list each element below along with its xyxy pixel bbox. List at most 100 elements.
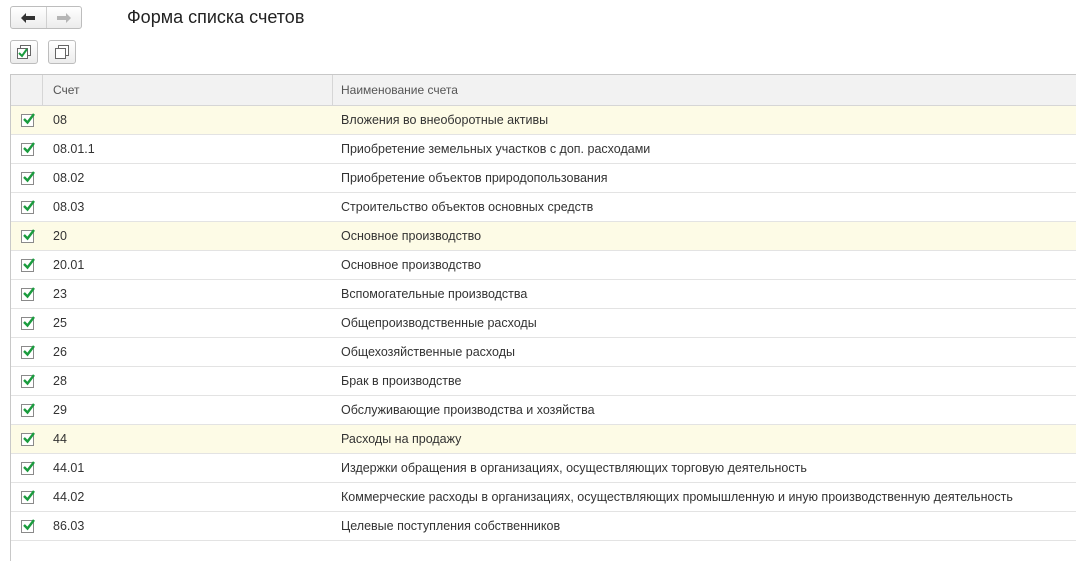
table-row[interactable]: 08.01.1 Приобретение земельных участков с… xyxy=(11,135,1076,164)
row-code: 23 xyxy=(53,287,67,301)
accounts-table: Счет Наименование счета 08 Вложения во вн… xyxy=(10,74,1076,561)
checkmark-icon xyxy=(22,141,35,153)
row-name: Целевые поступления собственников xyxy=(341,519,561,533)
row-check-cell xyxy=(11,425,43,453)
checkmark-icon xyxy=(22,315,35,327)
row-name: Вспомогательные производства xyxy=(341,287,528,301)
uncheck-all-button[interactable] xyxy=(48,40,76,64)
row-code: 44.02 xyxy=(53,490,85,504)
row-name: Приобретение земельных участков с доп. р… xyxy=(341,142,651,156)
row-code: 25 xyxy=(53,316,67,330)
row-check-cell xyxy=(11,193,43,221)
row-code: 28 xyxy=(53,374,67,388)
forward-button[interactable] xyxy=(45,7,82,28)
row-checkbox[interactable] xyxy=(20,460,35,475)
row-checkbox[interactable] xyxy=(20,373,35,388)
checkmark-icon xyxy=(22,286,35,298)
row-code: 20.01 xyxy=(53,258,85,272)
table-row[interactable]: 20 Основное производство xyxy=(11,222,1076,251)
back-button[interactable] xyxy=(11,7,46,28)
header-name[interactable]: Наименование счета xyxy=(333,75,458,105)
table-row[interactable]: 44.01 Издержки обращения в организациях, … xyxy=(11,454,1076,483)
header-check-column[interactable] xyxy=(11,75,43,105)
table-row[interactable]: 23 Вспомогательные производства xyxy=(11,280,1076,309)
row-checkbox[interactable] xyxy=(20,199,35,214)
row-code: 20 xyxy=(53,229,67,243)
row-code: 44.01 xyxy=(53,461,85,475)
checkmark-icon xyxy=(22,460,35,472)
checkmark-icon xyxy=(22,402,35,414)
row-check-cell xyxy=(11,338,43,366)
table-header: Счет Наименование счета xyxy=(11,75,1076,106)
row-code: 86.03 xyxy=(53,519,85,533)
uncheck-all-icon xyxy=(55,45,69,59)
checkmark-icon xyxy=(22,373,35,385)
row-name: Обслуживающие производства и хозяйства xyxy=(341,403,595,417)
row-check-cell xyxy=(11,280,43,308)
row-checkbox[interactable] xyxy=(20,112,35,127)
row-check-cell xyxy=(11,367,43,395)
header-code[interactable]: Счет xyxy=(43,75,333,105)
row-checkbox[interactable] xyxy=(20,257,35,272)
table-row[interactable]: 86.03 Целевые поступления собственников xyxy=(11,512,1076,541)
row-checkbox[interactable] xyxy=(20,228,35,243)
row-check-cell xyxy=(11,396,43,424)
checkmark-icon xyxy=(22,431,35,443)
table-row[interactable]: 08.02 Приобретение объектов природопользо… xyxy=(11,164,1076,193)
table-row[interactable]: 44.02 Коммерческие расходы в организациях… xyxy=(11,483,1076,512)
row-name: Вложения во внеоборотные активы xyxy=(341,113,549,127)
checkmark-icon xyxy=(22,518,35,530)
row-name: Строительство объектов основных средств xyxy=(341,200,594,214)
row-checkbox[interactable] xyxy=(20,141,35,156)
row-checkbox[interactable] xyxy=(20,431,35,446)
table-row[interactable]: 08.03 Строительство объектов основных сре… xyxy=(11,193,1076,222)
table-body: 08 Вложения во внеоборотные активы 08.01.1… xyxy=(11,106,1076,541)
row-check-cell xyxy=(11,222,43,250)
row-code: 44 xyxy=(53,432,67,446)
row-name: Брак в производстве xyxy=(341,374,462,388)
row-name: Общехозяйственные расходы xyxy=(341,345,515,359)
row-checkbox[interactable] xyxy=(20,344,35,359)
row-name: Коммерческие расходы в организациях, осу… xyxy=(341,490,1013,504)
row-checkbox[interactable] xyxy=(20,402,35,417)
row-code: 08 xyxy=(53,113,67,127)
row-check-cell xyxy=(11,454,43,482)
row-code: 08.02 xyxy=(53,171,85,185)
row-checkbox[interactable] xyxy=(20,518,35,533)
row-code: 08.01.1 xyxy=(53,142,95,156)
checkmark-icon xyxy=(22,112,35,124)
row-name: Общепроизводственные расходы xyxy=(341,316,537,330)
table-row[interactable]: 29 Обслуживающие производства и хозяйства xyxy=(11,396,1076,425)
row-check-cell xyxy=(11,483,43,511)
row-check-cell xyxy=(11,512,43,540)
row-name: Издержки обращения в организациях, осуще… xyxy=(341,461,807,475)
table-row[interactable]: 28 Брак в производстве xyxy=(11,367,1076,396)
table-row[interactable]: 20.01 Основное производство xyxy=(11,251,1076,280)
row-checkbox[interactable] xyxy=(20,286,35,301)
row-check-cell xyxy=(11,106,43,134)
row-checkbox[interactable] xyxy=(20,489,35,504)
check-all-button[interactable] xyxy=(10,40,38,64)
checkmark-icon xyxy=(22,199,35,211)
row-check-cell xyxy=(11,309,43,337)
row-code: 29 xyxy=(53,403,67,417)
row-checkbox[interactable] xyxy=(20,170,35,185)
check-all-icon xyxy=(17,45,31,59)
table-row[interactable]: 25 Общепроизводственные расходы xyxy=(11,309,1076,338)
checkmark-icon xyxy=(22,228,35,240)
row-name: Основное производство xyxy=(341,229,482,243)
page-title: Форма списка счетов xyxy=(127,7,305,27)
table-row[interactable]: 44 Расходы на продажу xyxy=(11,425,1076,454)
row-name: Расходы на продажу xyxy=(341,432,462,446)
row-check-cell xyxy=(11,135,43,163)
row-code: 08.03 xyxy=(53,200,85,214)
table-row[interactable]: 26 Общехозяйственные расходы xyxy=(11,338,1076,367)
checkmark-icon xyxy=(22,257,35,269)
table-row[interactable]: 08 Вложения во внеоборотные активы xyxy=(11,106,1076,135)
row-check-cell xyxy=(11,251,43,279)
row-name: Приобретение объектов природопользования xyxy=(341,171,608,185)
arrow-right-icon xyxy=(56,12,71,23)
row-check-cell xyxy=(11,164,43,192)
row-checkbox[interactable] xyxy=(20,315,35,330)
arrow-left-icon xyxy=(21,12,36,23)
